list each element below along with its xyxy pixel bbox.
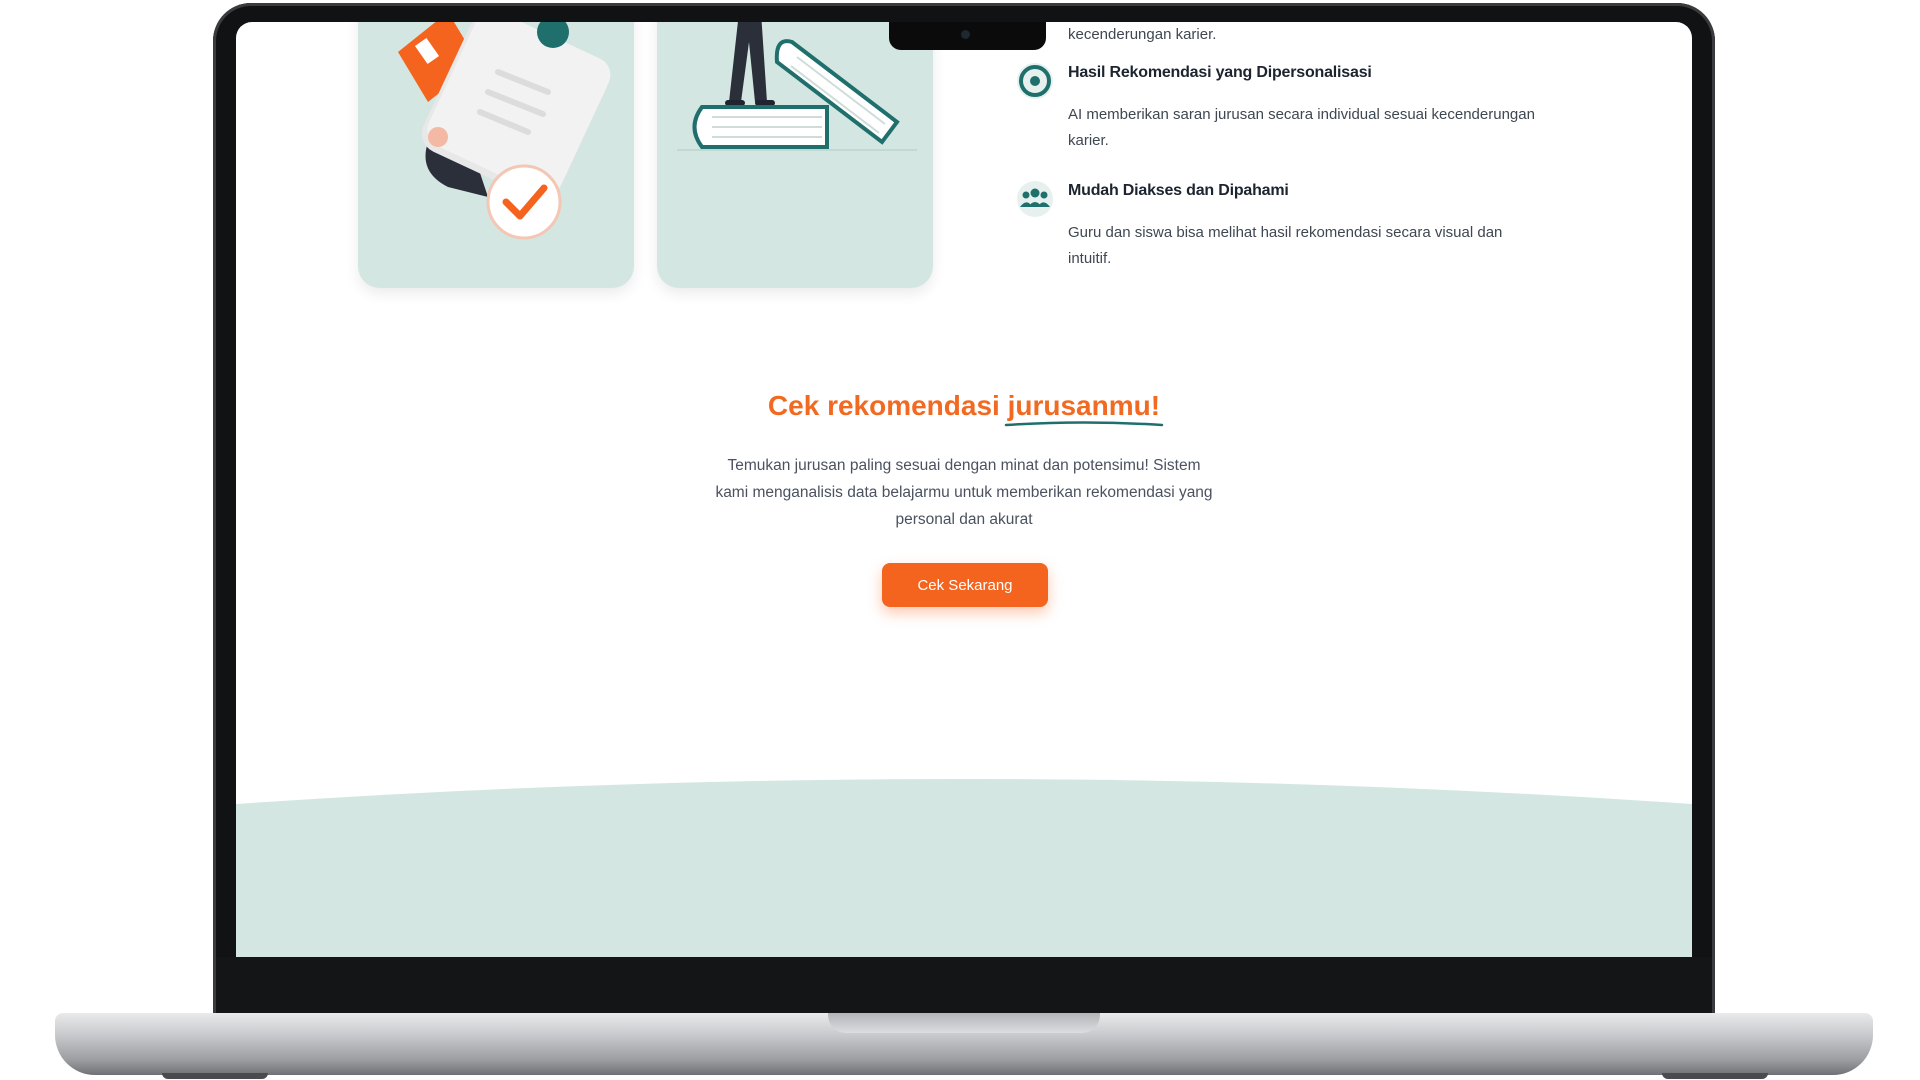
camera-icon [961, 30, 970, 39]
laptop-foot-right [1662, 1073, 1768, 1079]
feature-desc: AI memberikan saran jurusan secara indiv… [1068, 106, 1535, 149]
feature-desc: Guru dan siswa bisa melihat hasil rekome… [1068, 224, 1503, 267]
feature-title: Mudah Diakses dan Dipahami [1068, 182, 1289, 199]
browser-viewport: kecenderungan karier. Hasil Rekomendasi … [236, 22, 1692, 957]
cek-sekarang-button[interactable]: Cek Sekarang [882, 563, 1048, 607]
cta-description: Temukan jurusan paling sesuai dengan min… [715, 457, 1213, 528]
illustration-card-books [657, 22, 933, 288]
laptop-opening-groove [828, 1013, 1100, 1033]
laptop-base [55, 1013, 1873, 1075]
laptop-chin [216, 957, 1712, 1015]
books-person-illustration [677, 22, 917, 151]
cta-heading: Cek rekomendasi jurusanmu! [236, 390, 1692, 427]
users-group-icon [1014, 178, 1056, 225]
target-icon [1014, 60, 1056, 107]
laptop-notch [889, 22, 1046, 50]
underline-swoosh-icon [1004, 421, 1163, 427]
illustration-card-document [358, 22, 634, 288]
laptop-foot-left [162, 1073, 268, 1079]
cta-heading-highlight: jurusanmu! [1007, 390, 1161, 421]
footer-wave-background [236, 779, 1692, 957]
cta-heading-prefix: Cek rekomendasi [767, 390, 1008, 421]
feature-title: Hasil Rekomendasi yang Dipersonalisasi [1068, 64, 1372, 81]
feature-previous-desc-tail: kecenderungan karier. [1068, 26, 1217, 43]
document-check-illustration [398, 22, 611, 240]
